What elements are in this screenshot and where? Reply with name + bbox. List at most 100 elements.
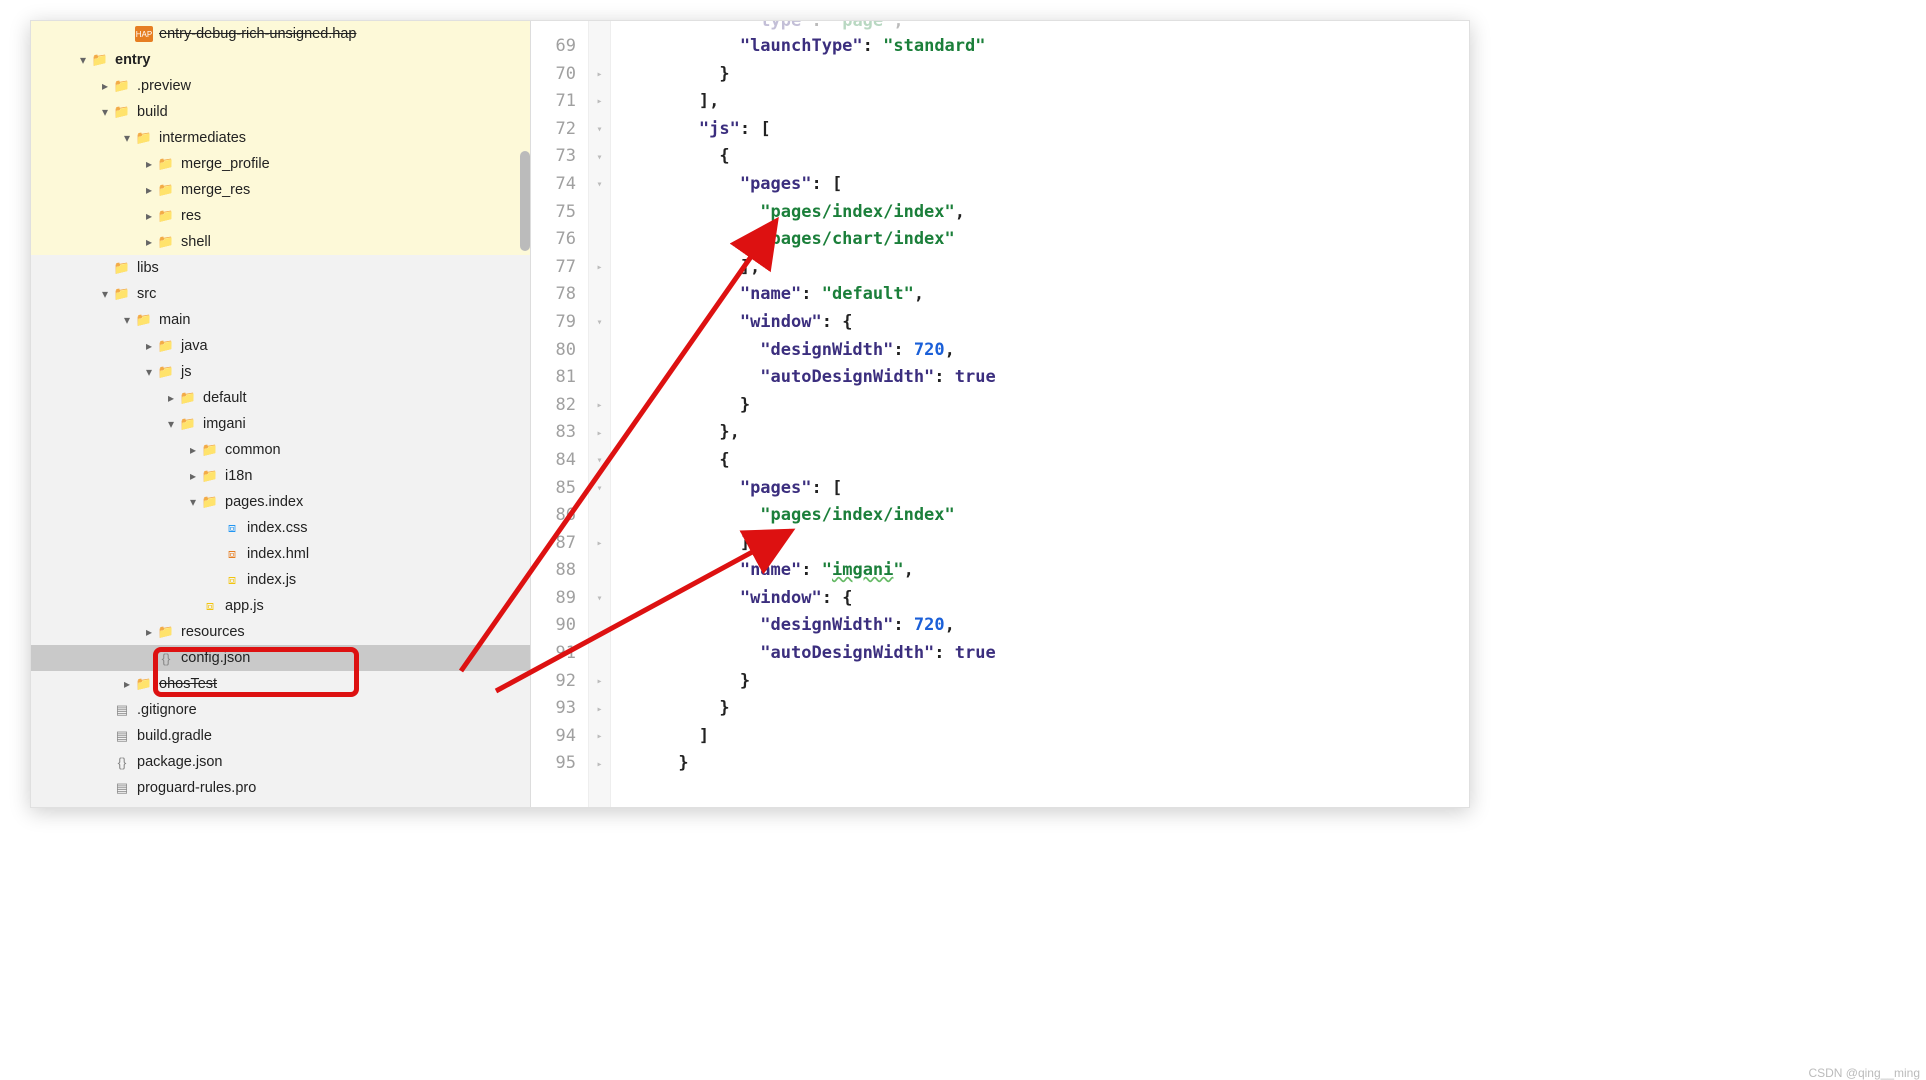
tree-folder-intermediates[interactable]: 📁intermediates	[31, 125, 530, 151]
expand-arrow-icon[interactable]	[141, 235, 157, 249]
expand-arrow-icon[interactable]	[163, 391, 179, 405]
tree-file-proguard[interactable]: ▤proguard-rules.pro	[31, 775, 530, 801]
code-line[interactable]: "window": {	[617, 585, 1469, 613]
code-line[interactable]: "window": {	[617, 309, 1469, 337]
tree-folder-main[interactable]: 📁main	[31, 307, 530, 333]
tree-file-index-hml[interactable]: ⧈index.hml	[31, 541, 530, 567]
fold-gutter[interactable]: ▸▸▾▾▾▸▾▸▸▾▾▸▾▸▸▸▸	[589, 21, 611, 807]
fold-toggle-icon[interactable]: ▸	[589, 723, 610, 751]
tree-folder-build[interactable]: 📁build	[31, 99, 530, 125]
tree-file-index-js[interactable]: ⧈index.js	[31, 567, 530, 593]
tree-file-app-js[interactable]: ⧈app.js	[31, 593, 530, 619]
tree-file-build-gradle[interactable]: ▤build.gradle	[31, 723, 530, 749]
expand-arrow-icon[interactable]	[141, 209, 157, 223]
code-line[interactable]: }	[617, 668, 1469, 696]
expand-arrow-icon[interactable]	[163, 417, 179, 431]
code-line[interactable]: "js": [	[617, 116, 1469, 144]
fold-toggle-icon[interactable]: ▸	[589, 695, 610, 723]
expand-arrow-icon[interactable]	[119, 313, 135, 327]
fold-toggle-icon[interactable]: ▸	[589, 419, 610, 447]
expand-arrow-icon[interactable]	[75, 53, 91, 67]
tree-folder-libs[interactable]: 📁libs	[31, 255, 530, 281]
code-line[interactable]: }	[617, 750, 1469, 778]
tree-folder-merge-profile[interactable]: 📁merge_profile	[31, 151, 530, 177]
tree-file-package-json[interactable]: {}package.json	[31, 749, 530, 775]
expand-arrow-icon[interactable]	[141, 183, 157, 197]
code-line[interactable]: "autoDesignWidth": true	[617, 640, 1469, 668]
code-line[interactable]: "designWidth": 720,	[617, 612, 1469, 640]
code-line[interactable]: "pages/index/index"	[617, 502, 1469, 530]
fold-toggle-icon[interactable]: ▾	[589, 447, 610, 475]
tree-folder-resources[interactable]: 📁resources	[31, 619, 530, 645]
code-line[interactable]: "name": "default",	[617, 281, 1469, 309]
tree-folder-merge-res[interactable]: 📁merge_res	[31, 177, 530, 203]
fold-toggle-icon[interactable]: ▸	[589, 392, 610, 420]
fold-toggle-icon[interactable]: ▸	[589, 61, 610, 89]
tree-folder-src[interactable]: 📁src	[31, 281, 530, 307]
tree-file-config-json[interactable]: {}config.json	[31, 645, 530, 671]
fold-toggle-icon[interactable]: ▸	[589, 88, 610, 116]
fold-toggle-icon[interactable]: ▸	[589, 668, 610, 696]
code-line[interactable]: },	[617, 419, 1469, 447]
code-line[interactable]: "pages/index/index",	[617, 199, 1469, 227]
expand-arrow-icon[interactable]	[141, 339, 157, 353]
tree-folder-js[interactable]: 📁js	[31, 359, 530, 385]
fold-toggle-icon[interactable]: ▾	[589, 143, 610, 171]
expand-arrow-icon[interactable]	[185, 443, 201, 457]
project-tree[interactable]: HAPentry-debug-rich-unsigned.hap📁entry📁.…	[31, 21, 531, 807]
code-line[interactable]: "pages": [	[617, 475, 1469, 503]
tree-folder-entry[interactable]: 📁entry	[31, 47, 530, 73]
tree-folder-imgani[interactable]: 📁imgani	[31, 411, 530, 437]
fold-toggle-icon[interactable]: ▾	[589, 585, 610, 613]
code-line[interactable]: ],	[617, 530, 1469, 558]
expand-arrow-icon[interactable]	[97, 79, 113, 93]
fold-toggle-icon[interactable]: ▾	[589, 171, 610, 199]
tree-folder-preview[interactable]: 📁.preview	[31, 73, 530, 99]
tree-folder-java[interactable]: 📁java	[31, 333, 530, 359]
expand-arrow-icon[interactable]	[119, 677, 135, 691]
expand-arrow-icon[interactable]	[97, 105, 113, 119]
code-line[interactable]: }	[617, 695, 1469, 723]
tree-file-hap[interactable]: HAPentry-debug-rich-unsigned.hap	[31, 21, 530, 47]
code-line[interactable]: {	[617, 143, 1469, 171]
tree-folder-default[interactable]: 📁default	[31, 385, 530, 411]
code-line[interactable]: "type": "page",	[617, 21, 1469, 33]
expand-arrow-icon[interactable]	[141, 157, 157, 171]
tree-folder-i18n[interactable]: 📁i18n	[31, 463, 530, 489]
code-editor[interactable]: 6869707172737475767778798081828384858687…	[531, 21, 1469, 807]
code-line[interactable]: ],	[617, 254, 1469, 282]
tree-folder-shell[interactable]: 📁shell	[31, 229, 530, 255]
fold-toggle-icon[interactable]: ▾	[589, 475, 610, 503]
code-area[interactable]: "type": "page", "launchType": "standard"…	[611, 21, 1469, 807]
expand-arrow-icon[interactable]	[97, 287, 113, 301]
expand-arrow-icon[interactable]	[185, 495, 201, 509]
tree-folder-pages-index[interactable]: 📁pages.index	[31, 489, 530, 515]
code-line[interactable]: "autoDesignWidth": true	[617, 364, 1469, 392]
tree-scrollbar[interactable]	[520, 151, 530, 251]
code-line[interactable]: "designWidth": 720,	[617, 337, 1469, 365]
code-line[interactable]: "name": "imgani",	[617, 557, 1469, 585]
expand-arrow-icon[interactable]	[141, 625, 157, 639]
tree-file-index-css[interactable]: ⧈index.css	[31, 515, 530, 541]
fold-toggle-icon[interactable]: ▸	[589, 750, 610, 778]
code-line[interactable]: "pages/chart/index"	[617, 226, 1469, 254]
tree-folder-common[interactable]: 📁common	[31, 437, 530, 463]
code-line[interactable]: ],	[617, 88, 1469, 116]
expand-arrow-icon[interactable]	[141, 365, 157, 379]
fold-toggle-icon[interactable]: ▸	[589, 254, 610, 282]
code-line[interactable]: }	[617, 392, 1469, 420]
tree-file-gitignore[interactable]: ▤.gitignore	[31, 697, 530, 723]
code-line[interactable]: "pages": [	[617, 171, 1469, 199]
code-line[interactable]: ]	[617, 723, 1469, 751]
fold-toggle-icon[interactable]: ▾	[589, 309, 610, 337]
expand-arrow-icon[interactable]	[119, 131, 135, 145]
tree-folder-res[interactable]: 📁res	[31, 203, 530, 229]
code-line[interactable]: "launchType": "standard"	[617, 33, 1469, 61]
tree-item-label: pages.index	[225, 494, 303, 510]
fold-toggle-icon[interactable]: ▾	[589, 116, 610, 144]
fold-toggle-icon[interactable]: ▸	[589, 530, 610, 558]
code-line[interactable]: }	[617, 61, 1469, 89]
code-line[interactable]: {	[617, 447, 1469, 475]
tree-folder-ohostest[interactable]: 📁ohosTest	[31, 671, 530, 697]
expand-arrow-icon[interactable]	[185, 469, 201, 483]
